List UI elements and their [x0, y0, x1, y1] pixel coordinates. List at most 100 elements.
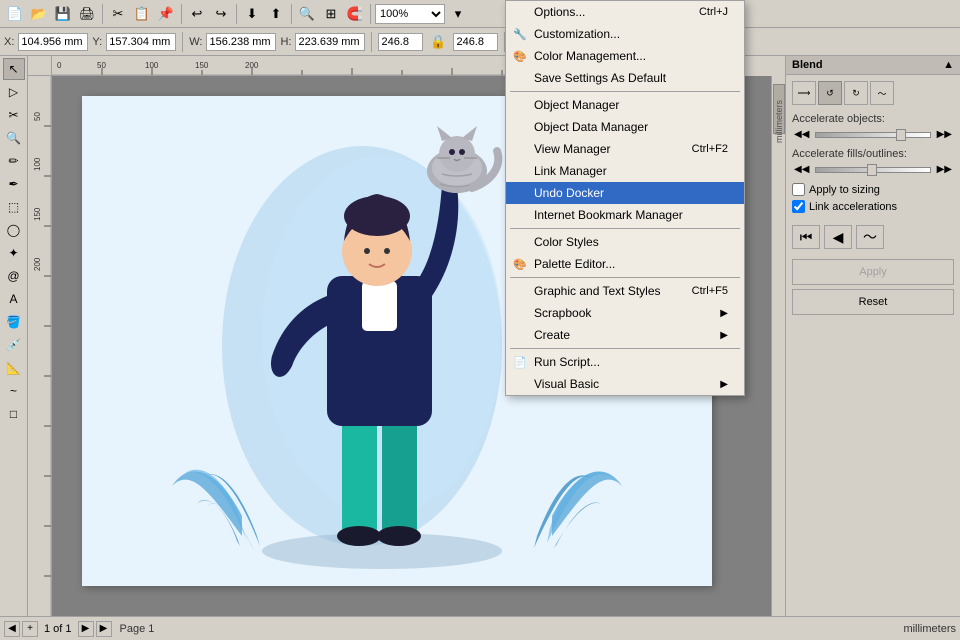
fill-tool[interactable]: 🪣	[3, 311, 25, 333]
zoom-dropdown-btn[interactable]: ▾	[447, 3, 469, 25]
grid-btn[interactable]: ⊞	[320, 3, 342, 25]
save-btn[interactable]: 💾	[52, 3, 74, 25]
right-panel: millimeters Blend ▲ ⟶ ↺ ↻ 〜 Accelerate o…	[785, 56, 960, 616]
menu-item-scrapbook[interactable]: Scrapbook ▶	[506, 302, 744, 324]
accel-fills-track[interactable]	[815, 167, 930, 173]
link-accel-row: Link accelerations	[792, 200, 954, 213]
cut-btn[interactable]: ✂	[107, 3, 129, 25]
apply-sizing-checkbox[interactable]	[792, 183, 805, 196]
menu-item-object-manager[interactable]: Object Manager	[506, 94, 744, 116]
status-nav: ◀ + 1 of 1 ▶ ▶	[4, 621, 112, 637]
menu-item-undo-docker[interactable]: Undo Docker	[506, 182, 744, 204]
spiral-tool[interactable]: @	[3, 265, 25, 287]
h-input[interactable]	[295, 33, 365, 51]
page-prev-btn[interactable]: +	[22, 621, 38, 637]
redo-btn[interactable]: ↪	[210, 3, 232, 25]
reset-btn[interactable]: Reset	[792, 289, 954, 315]
copy-btn[interactable]: 📋	[131, 3, 153, 25]
v1-input[interactable]	[378, 33, 423, 51]
menu-item-create[interactable]: Create ▶	[506, 324, 744, 346]
menu-item-customization[interactable]: 🔧 Customization...	[506, 23, 744, 45]
sep5	[370, 4, 371, 24]
blend-wave-btn[interactable]: 〜	[870, 81, 894, 105]
graphic-text-shortcut: Ctrl+F5	[692, 285, 728, 297]
print-btn[interactable]: 🖨	[76, 3, 98, 25]
zoom-select[interactable]: 100% 75% 50% 150% 200%	[375, 4, 445, 24]
w-input[interactable]	[206, 33, 276, 51]
svg-text:150: 150	[33, 207, 42, 221]
menu-item-color-mgmt[interactable]: 🎨 Color Management...	[506, 45, 744, 67]
page-last-btn[interactable]: ▶	[96, 621, 112, 637]
accel-obj-right-btn[interactable]: ▶▶	[935, 129, 954, 140]
page-first-btn[interactable]: ◀	[4, 621, 20, 637]
status-bar: ◀ + 1 of 1 ▶ ▶ Page 1 millimeters	[0, 616, 960, 640]
ellipse-tool[interactable]: ◯	[3, 219, 25, 241]
text-tool[interactable]: A	[3, 288, 25, 310]
page-info: 1 of 1	[44, 623, 72, 635]
internet-bookmark-label: Internet Bookmark Manager	[534, 208, 683, 222]
accel-obj-left-btn[interactable]: ◀◀	[792, 129, 811, 140]
scrapbook-arrow: ▶	[720, 308, 728, 319]
accel-fills-left-btn[interactable]: ◀◀	[792, 164, 811, 175]
menu-item-link-manager[interactable]: Link Manager	[506, 160, 744, 182]
menu-item-internet-bookmark[interactable]: Internet Bookmark Manager	[506, 204, 744, 226]
link-accel-checkbox[interactable]	[792, 200, 805, 213]
first-btn[interactable]: ⏮	[792, 225, 820, 249]
blend-icons-row: ⟶ ↺ ↻ 〜	[792, 81, 954, 105]
visual-basic-label: Visual Basic	[534, 377, 599, 391]
menu-item-view-manager[interactable]: View Manager Ctrl+F2	[506, 138, 744, 160]
eyedropper-tool[interactable]: 💉	[3, 334, 25, 356]
accel-fills-thumb[interactable]	[867, 164, 877, 176]
rect-tool[interactable]: ⬚	[3, 196, 25, 218]
snap-btn[interactable]: 🧲	[344, 3, 366, 25]
crop-tool[interactable]: ✂	[3, 104, 25, 126]
menu-item-palette-editor[interactable]: 🎨 Palette Editor...	[506, 253, 744, 275]
outline-tool[interactable]: 📐	[3, 357, 25, 379]
accel-objects-track[interactable]	[815, 132, 930, 138]
lock-ratio-btn[interactable]: 🔒	[427, 31, 449, 53]
export-btn[interactable]: ⬆	[265, 3, 287, 25]
freehand-tool[interactable]: ✏	[3, 150, 25, 172]
zoom-tool[interactable]: 🔍	[3, 127, 25, 149]
blend-ccw-btn[interactable]: ↺	[818, 81, 842, 105]
x-input[interactable]	[18, 33, 88, 51]
script-icon: 📄	[512, 354, 528, 370]
select-tool[interactable]: ↖	[3, 58, 25, 80]
accel-fills-right-btn[interactable]: ▶▶	[935, 164, 954, 175]
page-next-btn[interactable]: ▶	[78, 621, 94, 637]
shape-tool[interactable]: ▷	[3, 81, 25, 103]
panel-collapse-icon[interactable]: ▲	[943, 59, 954, 71]
menu-item-save-settings[interactable]: Save Settings As Default	[506, 67, 744, 89]
prev-btn[interactable]: ◀	[824, 225, 852, 249]
sep1	[510, 91, 740, 92]
sep4	[291, 4, 292, 24]
apply-btn[interactable]: Apply	[792, 259, 954, 285]
wave-btn[interactable]: 〜	[856, 225, 884, 249]
menu-item-run-script[interactable]: 📄 Run Script...	[506, 351, 744, 373]
blend-linear-btn[interactable]: ⟶	[792, 81, 816, 105]
shadow-tool[interactable]: □	[3, 403, 25, 425]
paste-btn[interactable]: 📌	[155, 3, 177, 25]
menu-item-object-data[interactable]: Object Data Manager	[506, 116, 744, 138]
blend-tool[interactable]: ~	[3, 380, 25, 402]
import-btn[interactable]: ⬇	[241, 3, 263, 25]
blend-cw-btn[interactable]: ↻	[844, 81, 868, 105]
menu-item-color-styles[interactable]: Color Styles	[506, 231, 744, 253]
accel-objects-thumb[interactable]	[896, 129, 906, 141]
color-mgmt-label: Color Management...	[534, 49, 646, 63]
polygon-tool[interactable]: ✦	[3, 242, 25, 264]
apply-sizing-row: Apply to sizing	[792, 183, 954, 196]
accel-objects-label: Accelerate objects:	[792, 113, 954, 125]
menu-item-visual-basic[interactable]: Visual Basic ▶	[506, 373, 744, 395]
menu-item-options[interactable]: Options... Ctrl+J	[506, 1, 744, 23]
y-input[interactable]	[106, 33, 176, 51]
zoom-in-btn[interactable]: 🔍	[296, 3, 318, 25]
menu-item-graphic-text[interactable]: Graphic and Text Styles Ctrl+F5	[506, 280, 744, 302]
pen-tool[interactable]: ✒	[3, 173, 25, 195]
undo-btn[interactable]: ↩	[186, 3, 208, 25]
vertical-scrollbar[interactable]	[771, 76, 785, 616]
v2-input[interactable]	[453, 33, 498, 51]
open-btn[interactable]: 📂	[28, 3, 50, 25]
new-btn[interactable]: 📄	[4, 3, 26, 25]
scrapbook-label: Scrapbook	[534, 306, 591, 320]
